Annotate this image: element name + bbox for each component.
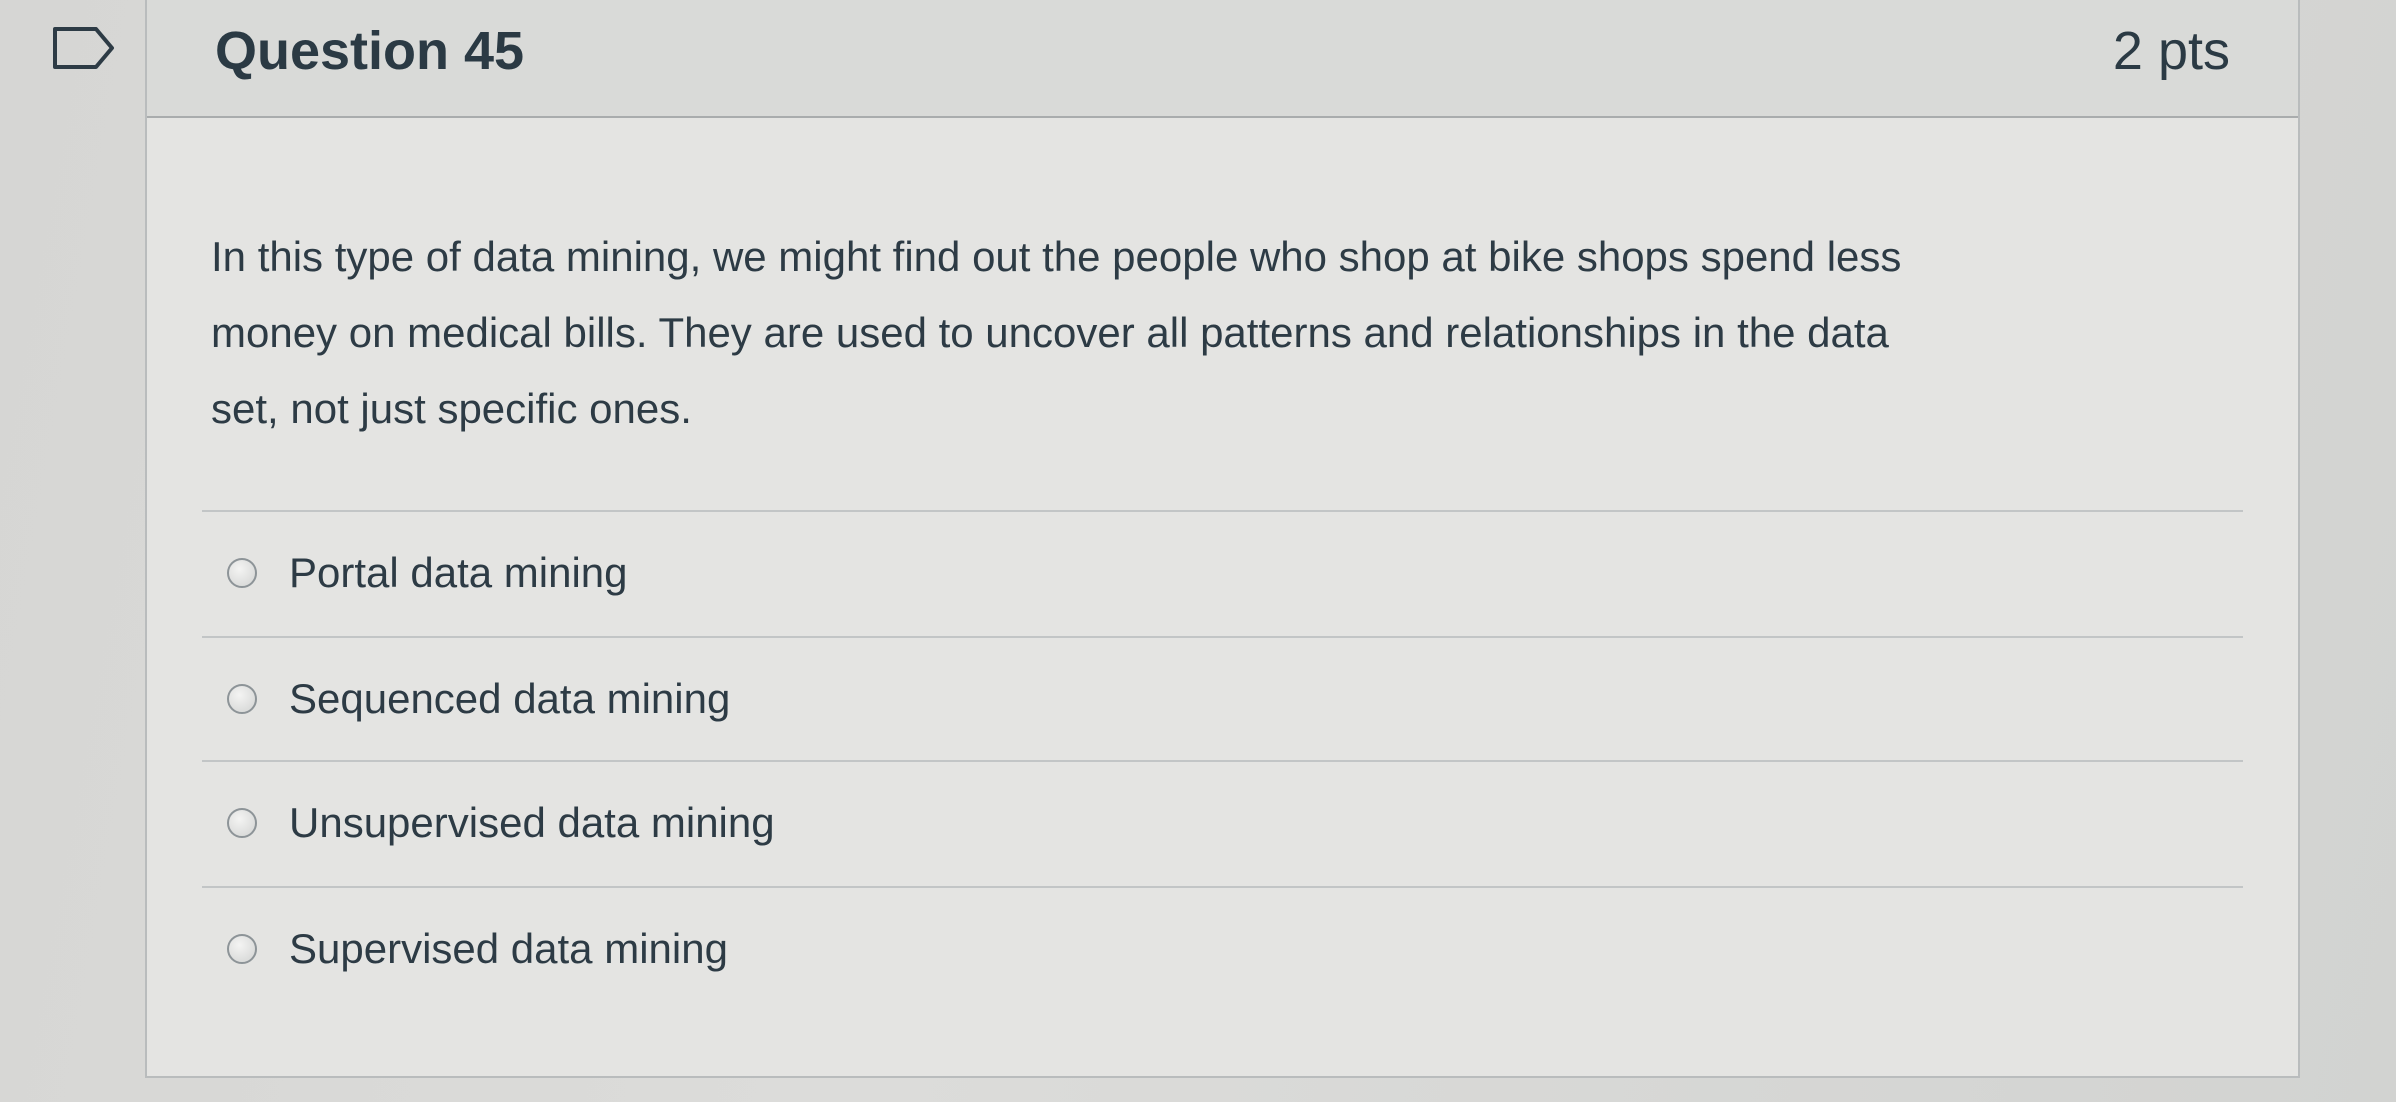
answer-label: Unsupervised data mining	[289, 799, 775, 846]
question-header: Question 45 2 pts	[147, 0, 2298, 118]
question-title: Question 45	[215, 21, 525, 81]
question-text-line: money on medical bills. They are used to…	[211, 309, 1889, 356]
radio-button[interactable]	[227, 558, 257, 588]
question-text-line: set, not just specific ones.	[211, 385, 692, 432]
question-text-line: In this type of data mining, we might fi…	[211, 233, 1902, 280]
radio-button[interactable]	[227, 934, 257, 964]
question-card: Question 45 2 pts In this type of data m…	[145, 0, 2300, 1078]
answer-option-unsupervised[interactable]: Unsupervised data mining	[202, 762, 2243, 884]
flag-question-icon[interactable]	[52, 26, 116, 70]
answer-label: Sequenced data mining	[289, 675, 731, 722]
answer-label: Supervised data mining	[289, 925, 728, 972]
answer-option-portal[interactable]: Portal data mining	[202, 512, 2243, 634]
radio-button[interactable]	[227, 808, 257, 838]
answer-option-supervised[interactable]: Supervised data mining	[202, 888, 2243, 1010]
question-text: In this type of data mining, we might fi…	[211, 219, 2361, 447]
answer-option-sequenced[interactable]: Sequenced data mining	[202, 638, 2243, 760]
answer-label: Portal data mining	[289, 549, 628, 596]
radio-button[interactable]	[227, 684, 257, 714]
question-points: 2 pts	[2112, 21, 2230, 81]
